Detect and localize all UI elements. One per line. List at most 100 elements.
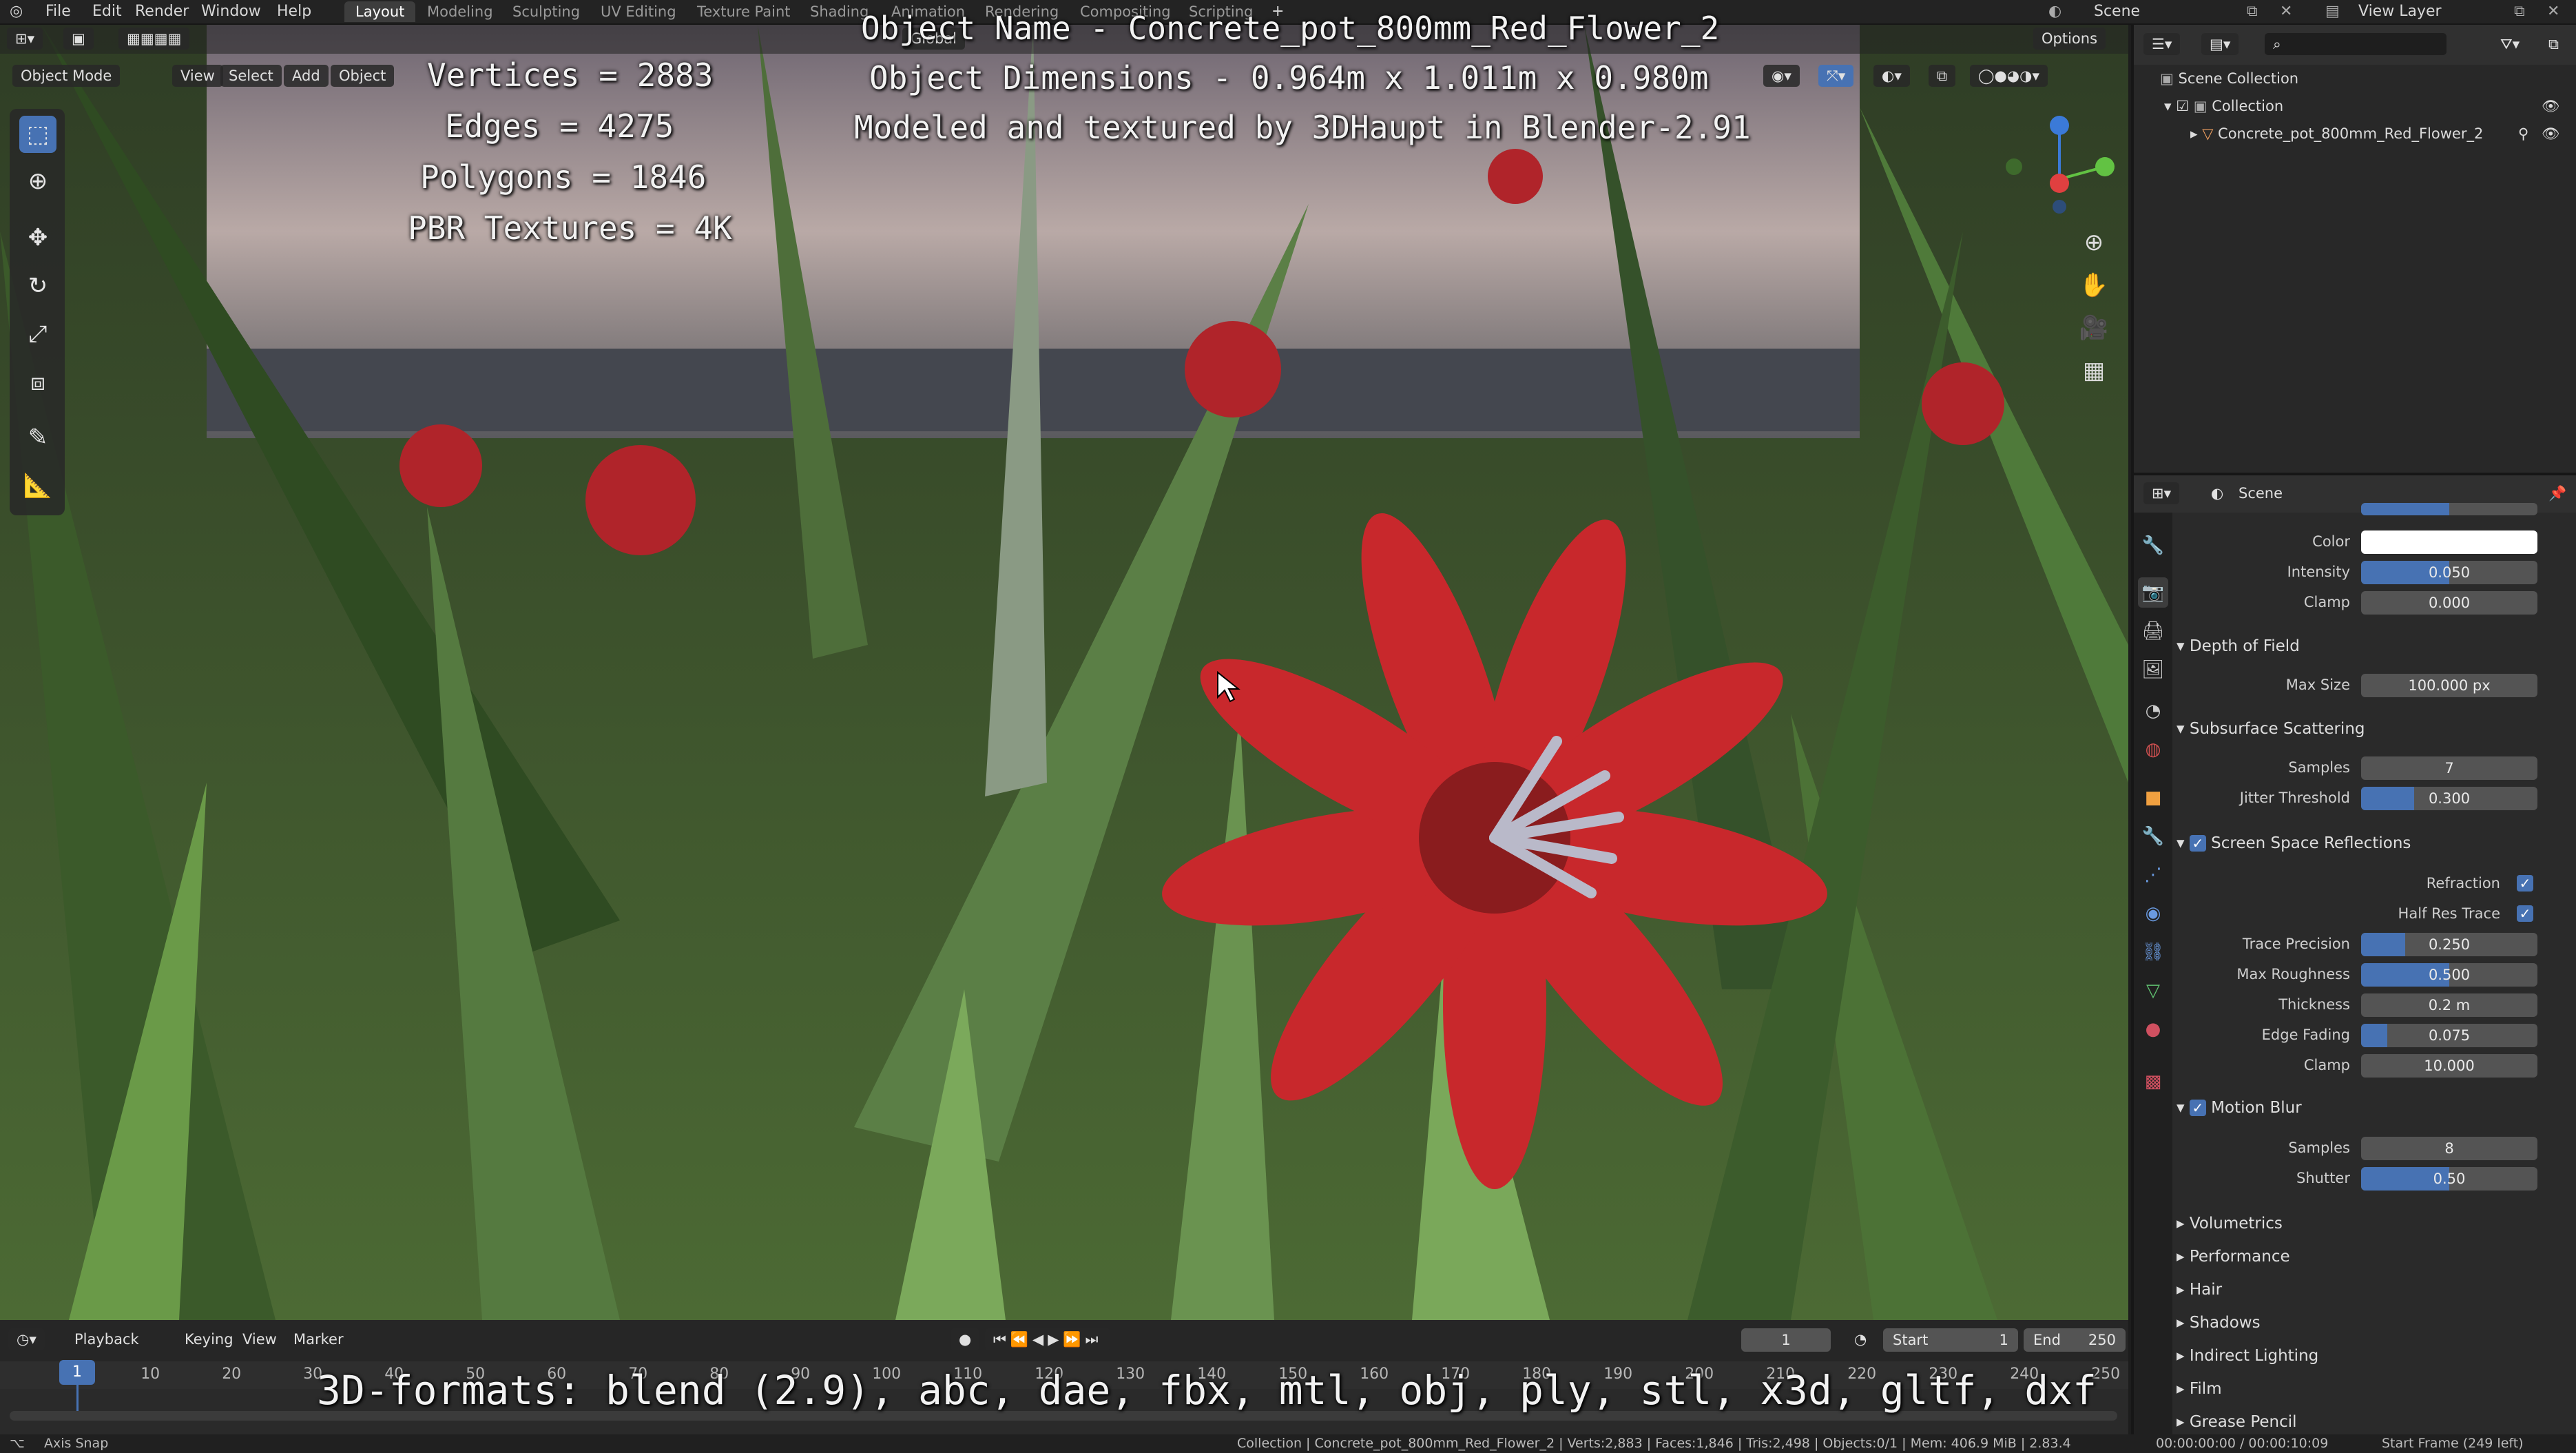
subsurface-panel-header[interactable]: ▾ Subsurface Scattering (2177, 714, 2569, 744)
outliner-scene-collection[interactable]: ▣ Scene Collection (2160, 65, 2298, 92)
select-menu[interactable]: Select (220, 65, 282, 87)
cursor-tool-icon[interactable]: ⊕ (19, 163, 56, 200)
indirect-lighting-panel-header[interactable]: ▸ Indirect Lighting (2177, 1341, 2569, 1371)
half-res-checkbox[interactable]: ✓ (2517, 905, 2533, 922)
motion-blur-panel-header[interactable]: ▾ ✓ Motion Blur (2177, 1093, 2569, 1123)
tool-tab-icon[interactable]: 🔧 (2138, 530, 2168, 561)
pan-hand-icon[interactable]: ✋ (2075, 266, 2113, 305)
tab-texture-paint[interactable]: Texture Paint (686, 1, 802, 22)
ssr-clamp-field[interactable]: 10.000 (2361, 1054, 2537, 1078)
gizmo-toggle-icon[interactable]: ⤧▾ (1818, 65, 1854, 87)
pin-icon[interactable]: 📌 (2540, 482, 2575, 504)
playback-controls-icons[interactable]: ⏮⏪◀▶⏩⏭ (985, 1328, 1111, 1350)
data-tab-icon[interactable]: ▽ (2138, 976, 2168, 1006)
volumetrics-panel-header[interactable]: ▸ Volumetrics (2177, 1208, 2569, 1239)
texture-tab-icon[interactable]: ▩ (2138, 1066, 2168, 1097)
editor-type-icon[interactable]: ⊞▾ (7, 28, 43, 50)
menu-file[interactable]: File (45, 0, 71, 23)
edge-fading-slider[interactable]: 0.075 (2361, 1024, 2537, 1047)
collection-eye-icon[interactable]: 👁 (2542, 92, 2560, 120)
overlay-toggle-icon[interactable]: ◐▾ (1873, 65, 1910, 87)
properties-editor-type-icon[interactable]: ⊞▾ (2143, 482, 2180, 504)
sss-samples-field[interactable]: 7 (2361, 756, 2537, 780)
radius-slider-partial[interactable] (2361, 503, 2537, 515)
max-roughness-slider[interactable]: 0.500 (2361, 963, 2537, 987)
marker-menu[interactable]: Marker (285, 1328, 352, 1350)
select-box-icon[interactable]: ▣ (63, 28, 94, 50)
object-eye-icon[interactable]: 👁 (2542, 120, 2560, 147)
options-dropdown[interactable]: Options (2033, 28, 2106, 50)
transform-tool-icon[interactable]: ⧈ (19, 364, 56, 401)
particles-tab-icon[interactable]: ⋰ (2138, 860, 2168, 890)
hair-panel-header[interactable]: ▸ Hair (2177, 1275, 2569, 1305)
film-panel-header[interactable]: ▸ Film (2177, 1374, 2569, 1404)
render-tab-icon[interactable]: 📷 (2138, 577, 2168, 608)
view-layer-tab-icon[interactable]: 🖼 (2138, 655, 2168, 685)
add-menu[interactable]: Add (284, 65, 329, 87)
annotate-tool-icon[interactable]: ✎ (19, 419, 56, 456)
material-tab-icon[interactable]: ● (2138, 1014, 2168, 1044)
performance-panel-header[interactable]: ▸ Performance (2177, 1241, 2569, 1272)
menu-render[interactable]: Render (135, 0, 189, 23)
move-tool-icon[interactable]: ✥ (19, 219, 56, 256)
camera-view-icon[interactable]: 🎥 (2075, 309, 2113, 347)
preview-range-icon[interactable]: ◔ (1846, 1328, 1875, 1350)
scene-tab-icon[interactable]: ◔ (2138, 696, 2168, 726)
filter-icon[interactable]: ⛛▾ (2492, 33, 2528, 55)
select-tool-icon[interactable]: ⬚ (19, 116, 56, 153)
select-mode-icons[interactable]: ▦▦▦▦ (118, 28, 190, 50)
new-scene-icon[interactable]: ⧉ (2247, 0, 2258, 23)
keying-menu[interactable]: Keying (176, 1328, 242, 1350)
object-tab-icon[interactable]: ■ (2138, 783, 2168, 813)
grease-pencil-panel-header[interactable]: ▸ Grease Pencil (2177, 1407, 2569, 1434)
tab-modeling[interactable]: Modeling (416, 1, 504, 22)
blender-logo-icon[interactable]: ◎ (10, 0, 23, 23)
rotate-tool-icon[interactable]: ↻ (19, 267, 56, 305)
playback-menu[interactable]: Playback (66, 1328, 147, 1350)
object-menu[interactable]: Object (331, 65, 395, 87)
tab-layout[interactable]: Layout (344, 1, 416, 22)
object-mode-dropdown[interactable]: Object Mode (12, 65, 121, 87)
clamp-field[interactable]: 0.000 (2361, 591, 2537, 615)
collection-checkbox-icon[interactable]: ☑ (2176, 98, 2194, 114)
outliner-object-row[interactable]: ▸ ▽ Concrete_pot_800mm_Red_Flower_2 (2190, 120, 2483, 147)
outliner-editor-type-icon[interactable]: ☰▾ (2143, 33, 2181, 55)
constraints-tab-icon[interactable]: ⛓ (2138, 937, 2168, 967)
scale-tool-icon[interactable]: ⤢ (19, 316, 56, 353)
perspective-grid-icon[interactable]: ▦ (2075, 351, 2113, 390)
visibility-icon[interactable]: ◉▾ (1763, 65, 1800, 87)
thickness-field[interactable]: 0.2 m (2361, 993, 2537, 1017)
timeline-editor-type-icon[interactable]: ◷▾ (8, 1328, 45, 1350)
shading-mode-icons[interactable]: ◯●◕◑▾ (1970, 65, 2048, 87)
scene-selector[interactable]: Scene (2094, 0, 2140, 23)
color-swatch[interactable] (2361, 530, 2537, 554)
zoom-icon[interactable]: ⊕ (2075, 223, 2113, 262)
intensity-slider[interactable]: 0.050 (2361, 561, 2537, 584)
shutter-slider[interactable]: 0.50 (2361, 1167, 2537, 1191)
view-layer-selector[interactable]: View Layer (2358, 0, 2442, 23)
measure-tool-icon[interactable]: 📐 (19, 467, 56, 504)
shadows-panel-header[interactable]: ▸ Shadows (2177, 1308, 2569, 1338)
ssr-checkbox[interactable]: ✓ (2189, 835, 2206, 852)
trace-precision-slider[interactable]: 0.250 (2361, 933, 2537, 956)
modifier-tab-icon[interactable]: 🔧 (2138, 821, 2168, 852)
menu-help[interactable]: Help (277, 0, 311, 23)
display-mode-icon[interactable]: ▤▾ (2201, 33, 2239, 55)
delete-view-layer-icon[interactable]: ✕ (2547, 0, 2559, 23)
dof-panel-header[interactable]: ▾ Depth of Field (2177, 631, 2569, 661)
playhead-frame[interactable]: 1 (59, 1360, 95, 1385)
record-icon[interactable]: ● (951, 1328, 980, 1350)
view-menu[interactable]: View (172, 65, 223, 87)
max-size-field[interactable]: 100.000 px (2361, 674, 2537, 697)
tab-uv-editing[interactable]: UV Editing (590, 1, 687, 22)
refraction-checkbox[interactable]: ✓ (2517, 875, 2533, 892)
delete-scene-icon[interactable]: ✕ (2280, 0, 2292, 23)
collapse-arrow-icon[interactable]: ▸ (2190, 125, 2202, 142)
new-view-layer-icon[interactable]: ⧉ (2514, 0, 2525, 23)
3d-viewport[interactable] (0, 25, 2128, 1320)
outliner-collection[interactable]: ▾ ☑ ▣ Collection (2164, 92, 2283, 120)
start-frame-field[interactable]: Start 1 (1883, 1328, 2018, 1352)
physics-tab-icon[interactable]: ◉ (2138, 898, 2168, 929)
navigation-gizmo[interactable] (1997, 110, 2128, 220)
tab-sculpting[interactable]: Sculpting (501, 1, 591, 22)
